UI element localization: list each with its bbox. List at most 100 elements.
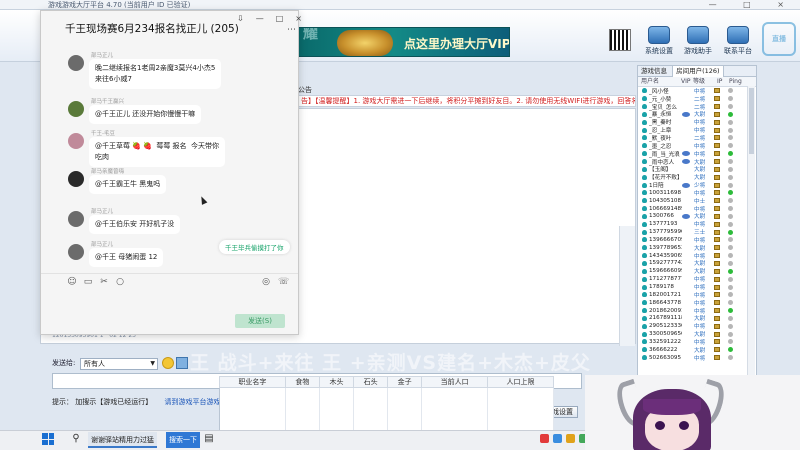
taskbar-app-search[interactable]: 搜索一下 xyxy=(166,432,200,448)
avatar[interactable] xyxy=(68,211,84,227)
user-list-item[interactable]: _墨_之忍 中将 xyxy=(638,142,756,150)
maximize-icon[interactable]: □ xyxy=(276,14,284,23)
ping-icon xyxy=(728,237,733,243)
voice-icon[interactable]: ◎ xyxy=(261,277,271,287)
vip-icon xyxy=(682,355,690,360)
user-list-item[interactable]: 182001721 中将 xyxy=(638,291,756,299)
pin-icon[interactable]: ⇩ xyxy=(237,14,244,23)
contact-platform-button[interactable]: 联系平台 xyxy=(716,26,760,56)
emoji-icon[interactable] xyxy=(162,357,174,369)
taskbar-app-browser[interactable]: 谢谢驿站精用力过猛 xyxy=(88,432,157,448)
avatar[interactable] xyxy=(68,55,84,71)
user-list-item[interactable]: 1066691489 中将 xyxy=(638,205,756,213)
user-list-item[interactable]: 104305108 中士 xyxy=(638,197,756,205)
scissors-icon[interactable]: ✂ xyxy=(99,277,109,287)
user-list-item[interactable]: 332591222 中将 xyxy=(638,338,756,346)
phone-icon[interactable]: ☏ xyxy=(278,277,289,287)
table-header-cell[interactable]: 当前人口 xyxy=(421,376,489,388)
search-icon[interactable]: ⚲ xyxy=(70,433,82,445)
user-list-item[interactable]: 1日陪 少将 xyxy=(638,181,756,189)
avatar[interactable] xyxy=(68,171,84,187)
rank-icon xyxy=(714,323,720,329)
user-list-item[interactable]: 1434359065 中将 xyxy=(638,252,756,260)
user-list-item[interactable]: 36666222 大尉 xyxy=(638,346,756,354)
windows-start-icon[interactable] xyxy=(42,433,54,445)
user-list-item[interactable]: 15927777421 大尉 xyxy=(638,260,756,267)
avatar[interactable] xyxy=(68,133,84,149)
user-list-item[interactable]: _元_小赞 二将 xyxy=(638,95,756,103)
user-list-item[interactable]: 502663095 中将 xyxy=(638,354,756,362)
send-button[interactable]: 发送(S) xyxy=(235,314,285,328)
user-list-item[interactable]: _风小怪 中将 xyxy=(638,87,756,95)
resource-table: 职业名字 食物 木头 石头 金子 当前人口 人口上限 xyxy=(219,376,554,432)
table-header-cell[interactable]: 石头 xyxy=(353,376,389,388)
table-header-cell[interactable]: 职业名字 xyxy=(219,376,286,388)
user-list-item[interactable]: 2018620091 中将 xyxy=(638,307,756,315)
tray-app-icon[interactable] xyxy=(566,434,575,443)
user-icon xyxy=(642,268,647,274)
vip-icon xyxy=(682,292,690,297)
ping-icon xyxy=(728,143,733,149)
user-list-item[interactable]: _雨_当_光浪 中将 xyxy=(638,150,756,158)
user-list-item[interactable]: 【玉阁】 大尉 xyxy=(638,165,756,173)
send-to-select[interactable]: 所有人 ▼ xyxy=(80,358,158,370)
vip-banner[interactable]: 耀 点这里办理大厅VIP xyxy=(298,27,510,57)
vip-icon xyxy=(682,175,690,180)
bubble-icon[interactable]: ○ xyxy=(115,277,125,287)
user-list-item[interactable]: 13966667099 中将 xyxy=(638,236,756,244)
tray-app-icon[interactable] xyxy=(540,434,549,443)
user-list-item[interactable]: 1789178 中将 xyxy=(638,283,756,291)
user-name: _墨_之忍 xyxy=(649,143,672,150)
message-sender: 千王-毛豆 xyxy=(91,131,115,137)
system-settings-button[interactable]: 系统设置 xyxy=(637,26,681,56)
user-list-item[interactable]: 13777959961 三士 xyxy=(638,228,756,236)
user-list-item[interactable]: 186643778 中将 xyxy=(638,299,756,307)
rank-icon xyxy=(714,213,720,219)
user-list-item[interactable]: _黑_秦时 中将 xyxy=(638,118,756,126)
user-list-item[interactable]: 100311698 中将 xyxy=(638,189,756,197)
user-list-item[interactable]: 1300766 大尉 xyxy=(638,213,756,220)
tray-app-icon[interactable] xyxy=(553,434,562,443)
image-icon[interactable] xyxy=(176,357,188,369)
game-helper-button[interactable]: 游戏助手 xyxy=(676,26,720,56)
user-list-item[interactable]: 13977896539 大尉 xyxy=(638,244,756,252)
rank-icon xyxy=(714,315,720,321)
table-header-cell[interactable]: 金子 xyxy=(387,376,423,388)
user-list-item[interactable]: _宝贝_怎么 二将 xyxy=(638,103,756,111)
user-list-item[interactable]: 【花开不败】 大尉 xyxy=(638,173,756,181)
message-sender: 部马正儿 xyxy=(91,209,114,215)
user-list-item[interactable]: 2905123336 中将 xyxy=(638,322,756,330)
avatar[interactable] xyxy=(68,101,84,117)
close-icon[interactable]: × xyxy=(295,14,302,23)
app-title-bar: 游戏游戏大厅平台 4.70 (当前用户 ID 已验证) xyxy=(0,0,800,10)
app-window-controls[interactable]: — □ × xyxy=(709,0,796,10)
user-list-item[interactable]: _忍_上章 中将 xyxy=(638,126,756,134)
scrollbar-thumb[interactable] xyxy=(749,88,754,154)
user-list-item[interactable]: 2167891118 大尉 xyxy=(638,314,756,322)
user-list-item[interactable]: 1712778777 中将 xyxy=(638,275,756,283)
user-list-item[interactable]: _雨中恋人 大尉 xyxy=(638,158,756,166)
room-chat-scrollbar[interactable] xyxy=(619,226,635,346)
minimize-icon[interactable]: — xyxy=(256,14,264,23)
user-list-scrollbar[interactable] xyxy=(747,86,755,382)
file-explorer-icon[interactable]: ▤ xyxy=(203,433,215,445)
table-header-cell[interactable]: 木头 xyxy=(318,376,355,388)
folder-icon[interactable]: ▭ xyxy=(83,277,93,287)
quick-reply-chip[interactable]: 千王毕兵偷摸打了你 xyxy=(219,240,290,254)
user-list-item[interactable]: _暴_永恒 大尉 xyxy=(638,111,756,118)
user-list-item[interactable]: _默_夜叶 二将 xyxy=(638,134,756,142)
table-header-cell[interactable]: 食物 xyxy=(284,376,320,388)
tab-game-info[interactable]: 游戏信息 xyxy=(638,66,670,77)
user-list-item[interactable]: 3300509656 大尉 xyxy=(638,330,756,338)
user-name: 1300766 xyxy=(649,213,674,220)
more-icon[interactable]: ⋯ xyxy=(287,25,296,35)
table-header-cell[interactable]: 人口上限 xyxy=(487,376,554,388)
user-list-item[interactable]: 13777193 中将 xyxy=(638,220,756,228)
user-list-item[interactable]: 15966660997 大尉 xyxy=(638,267,756,275)
emoji-icon[interactable]: ☺ xyxy=(67,277,77,287)
avatar[interactable] xyxy=(68,244,84,260)
user-level: 二将 xyxy=(694,96,706,103)
chat-message-list[interactable]: 部马正儿 晚二继续报名1老周2亲魔3莫兴4小杰5 来往6小威7 部马千王赢兴 @千王正… xyxy=(41,41,298,267)
tab-room-users[interactable]: 房间用户(126) xyxy=(672,66,724,77)
rank-icon xyxy=(714,284,720,290)
